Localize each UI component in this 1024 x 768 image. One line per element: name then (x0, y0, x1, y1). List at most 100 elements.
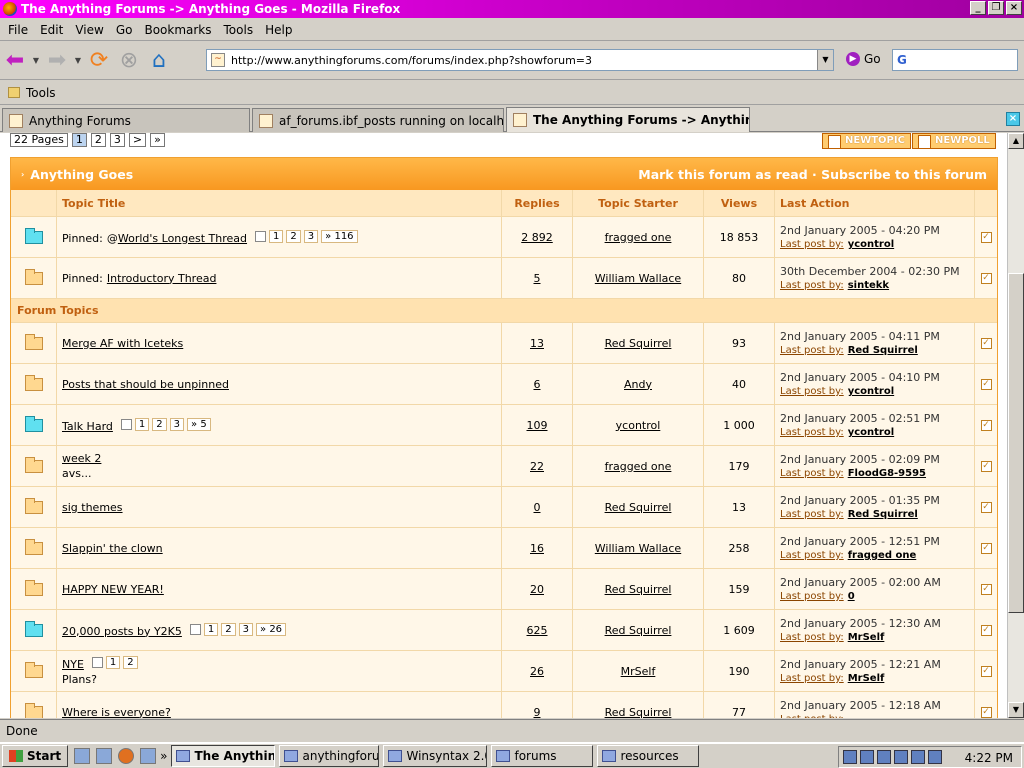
quicklaunch-icon[interactable] (96, 748, 113, 764)
last-post-label[interactable]: Last post by: (780, 714, 844, 718)
checkbox-icon[interactable]: ✓ (980, 665, 992, 677)
topic-starter-link[interactable]: Red Squirrel (605, 337, 672, 350)
topic-page-link[interactable]: 1 (203, 622, 219, 636)
checkbox-icon[interactable]: ✓ (980, 624, 992, 636)
topic-page-link[interactable]: 1 (134, 417, 150, 431)
header-replies[interactable]: Replies (502, 190, 573, 216)
replies-count-link[interactable]: 13 (530, 337, 544, 350)
menu-edit[interactable]: Edit (34, 23, 69, 37)
menu-view[interactable]: View (69, 23, 109, 37)
last-poster-link[interactable]: FloodG8-9595 (848, 468, 926, 479)
topic-page-link[interactable]: » 116 (321, 229, 358, 243)
page-link-2[interactable]: 2 (90, 133, 106, 147)
menu-help[interactable]: Help (259, 23, 298, 37)
header-last-action[interactable]: Last Action (775, 190, 975, 216)
quicklaunch-firefox-icon[interactable] (118, 748, 135, 764)
last-poster-link[interactable]: ycontrol (848, 427, 894, 438)
topic-title-link[interactable]: Introductory Thread (107, 272, 217, 285)
topic-title-link[interactable]: Talk Hard (62, 420, 113, 433)
restore-button[interactable]: ❐ (988, 1, 1004, 15)
back-dropdown-icon[interactable]: ▼ (30, 56, 42, 65)
home-icon[interactable]: ⌂ (144, 46, 174, 76)
forum-actions[interactable]: Mark this forum as read · Subscribe to t… (638, 167, 987, 182)
minimize-button[interactable]: _ (970, 1, 986, 15)
header-views[interactable]: Views (704, 190, 775, 216)
last-poster-link[interactable]: Red Squirrel (848, 345, 918, 356)
topic-starter-link[interactable]: Red Squirrel (605, 624, 672, 637)
page-link-3[interactable]: 3 (109, 133, 125, 147)
tab-anything-forums[interactable]: Anything Forums (2, 108, 250, 132)
taskbar-firefox[interactable]: The Anythin... (171, 745, 276, 767)
topic-page-link[interactable]: 2 (286, 229, 301, 243)
last-poster-link[interactable]: fragged one (848, 550, 917, 561)
checkbox-icon[interactable]: ✓ (980, 460, 992, 472)
scroll-thumb[interactable] (1008, 273, 1024, 613)
tab-localhost[interactable]: af_forums.ibf_posts running on localhost… (252, 108, 504, 132)
scroll-up-arrow-icon[interactable]: ▲ (1008, 133, 1024, 149)
replies-count-link[interactable]: 0 (534, 501, 541, 514)
tray-icon[interactable] (894, 750, 908, 764)
quicklaunch-icon[interactable] (140, 748, 157, 764)
close-button[interactable]: × (1006, 1, 1022, 15)
checkbox-icon[interactable]: ✓ (980, 337, 992, 349)
topic-starter-link[interactable]: Red Squirrel (605, 583, 672, 596)
checkbox-icon[interactable]: ✓ (980, 706, 992, 718)
reload-icon[interactable]: ⟳ (84, 46, 114, 76)
bookmark-tools[interactable]: Tools (26, 86, 56, 100)
tray-icon[interactable] (843, 750, 857, 764)
last-post-label[interactable]: Last post by: (780, 550, 844, 561)
tray-icon[interactable] (860, 750, 874, 764)
checkbox-icon[interactable]: ✓ (980, 272, 992, 284)
menu-go[interactable]: Go (110, 23, 139, 37)
replies-count-link[interactable]: 109 (527, 419, 548, 432)
topic-page-link[interactable]: 3 (238, 622, 254, 636)
last-post-label[interactable]: Last post by: (780, 239, 844, 250)
header-topic-starter[interactable]: Topic Starter (573, 190, 704, 216)
menu-tools[interactable]: Tools (218, 23, 260, 37)
close-tab-icon[interactable]: × (1006, 112, 1020, 126)
last-poster-link[interactable]: Red Squirrel (848, 509, 918, 520)
topic-title-link[interactable]: Merge AF with Iceteks (62, 337, 183, 350)
topic-title-link[interactable]: World's Longest Thread (118, 232, 247, 245)
last-poster-link[interactable]: MrSelf (848, 673, 885, 684)
url-dropdown-icon[interactable]: ▼ (817, 50, 833, 70)
menu-bookmarks[interactable]: Bookmarks (138, 23, 217, 37)
start-button[interactable]: Start (2, 745, 69, 767)
topic-starter-link[interactable]: fragged one (605, 460, 672, 473)
replies-count-link[interactable]: 2 892 (521, 231, 553, 244)
quicklaunch-icon[interactable] (74, 748, 91, 764)
replies-count-link[interactable]: 22 (530, 460, 544, 473)
replies-count-link[interactable]: 625 (527, 624, 548, 637)
vertical-scrollbar[interactable]: ▲ ▼ (1007, 133, 1024, 718)
go-button[interactable]: ▶ Go (846, 52, 881, 66)
search-box[interactable]: G (892, 49, 1018, 71)
topic-title-link[interactable]: Posts that should be unpinned (62, 378, 229, 391)
last-post-label[interactable]: Last post by: (780, 427, 844, 438)
topic-starter-link[interactable]: ycontrol (616, 419, 661, 432)
header-topic-title[interactable]: Topic Title (57, 190, 502, 216)
last-post-label[interactable]: Last post by: (780, 632, 844, 643)
last-poster-link[interactable]: 0 (848, 591, 855, 602)
topic-page-link[interactable]: 1 (105, 656, 121, 669)
last-post-label[interactable]: Last post by: (780, 386, 844, 397)
topic-starter-link[interactable]: MrSelf (621, 665, 656, 678)
tray-icon[interactable] (928, 750, 942, 764)
replies-count-link[interactable]: 26 (530, 665, 544, 678)
topic-starter-link[interactable]: Red Squirrel (605, 501, 672, 514)
more-quicklaunch-icon[interactable]: » (160, 749, 167, 763)
topic-title-link[interactable]: NYE (62, 658, 84, 671)
checkbox-icon[interactable]: ✓ (980, 501, 992, 513)
checkbox-icon[interactable]: ✓ (980, 231, 992, 243)
tab-anything-goes[interactable]: The Anything Forums -> Anything G... (506, 107, 750, 132)
last-post-label[interactable]: Last post by: (780, 673, 844, 684)
tray-icon[interactable] (911, 750, 925, 764)
forward-dropdown-icon[interactable]: ▼ (72, 56, 84, 65)
checkbox-icon[interactable]: ✓ (980, 419, 992, 431)
new-topic-button[interactable]: NEWTOPIC (822, 133, 911, 149)
topic-title-link[interactable]: sig themes (62, 501, 123, 514)
checkbox-icon[interactable]: ✓ (980, 542, 992, 554)
last-post-label[interactable]: Last post by: (780, 280, 844, 291)
topic-page-link[interactable]: 3 (303, 229, 319, 243)
topic-title-link[interactable]: 20,000 posts by Y2K5 (62, 625, 182, 638)
last-post-label[interactable]: Last post by: (780, 345, 844, 356)
